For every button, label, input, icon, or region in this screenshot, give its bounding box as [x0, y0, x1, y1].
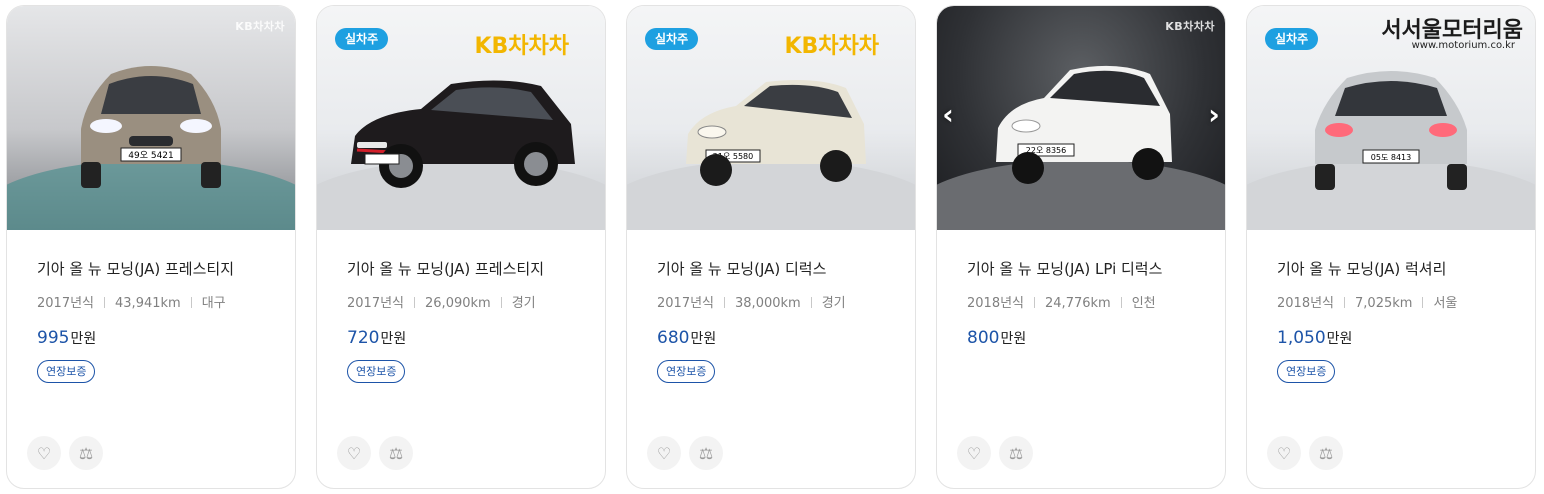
price-value: 720 [347, 328, 380, 348]
listing-card[interactable]: 서서울모터리움 www.motorium.co.kr 실차주 05도 8413 … [1246, 5, 1536, 489]
next-photo-button[interactable]: › [1205, 98, 1223, 132]
favorite-button[interactable]: ♡ [647, 436, 681, 470]
warranty-tag: 연장보증 [347, 360, 406, 383]
region: 경기 [821, 296, 846, 311]
listing-meta: 2017년식 38,000km 경기 [657, 292, 885, 311]
region: 경기 [511, 296, 536, 311]
year: 2017년식 [37, 296, 95, 311]
price-unit: 만원 [380, 331, 407, 347]
scale-icon: ⚖ [1008, 443, 1024, 463]
compare-button[interactable]: ⚖ [1309, 436, 1343, 470]
heart-icon: ♡ [346, 443, 362, 463]
year: 2017년식 [657, 296, 715, 311]
car-photo[interactable]: KB차차차 ‹ › 22오 8356 [937, 6, 1225, 230]
mileage: 38,000km [735, 296, 801, 311]
scale-icon: ⚖ [698, 443, 714, 463]
compare-button[interactable]: ⚖ [379, 436, 413, 470]
photo-watermark: KB차차차 [1165, 20, 1215, 33]
car-photo[interactable]: 서서울모터리움 www.motorium.co.kr 실차주 05도 8413 [1247, 6, 1535, 230]
price-value: 1,050 [1277, 328, 1326, 348]
scale-icon: ⚖ [78, 443, 94, 463]
region: 인천 [1131, 296, 1156, 311]
year: 2018년식 [1277, 296, 1335, 311]
compare-button[interactable]: ⚖ [69, 436, 103, 470]
price-unit: 만원 [1000, 331, 1027, 347]
price-unit: 만원 [690, 331, 717, 347]
compare-button[interactable]: ⚖ [689, 436, 723, 470]
listing-meta: 2018년식 7,025km 서울 [1277, 292, 1505, 311]
scale-icon: ⚖ [1318, 443, 1334, 463]
favorite-button[interactable]: ♡ [337, 436, 371, 470]
prev-photo-button[interactable]: ‹ [939, 98, 957, 132]
warranty-tag: 연장보증 [1277, 360, 1336, 383]
listing-card[interactable]: KB차차차 49오 5421 기아 올 뉴 모닝(JA) 프레스티지 2017년… [6, 5, 296, 489]
price: 680만원 [657, 328, 885, 348]
warranty-tag: 연장보증 [37, 360, 96, 383]
car-photo[interactable]: KB차차차 실차주 [317, 6, 605, 230]
listing-title[interactable]: 기아 올 뉴 모닝(JA) 프레스티지 [347, 258, 575, 278]
listing-card[interactable]: KB차차차 ‹ › 22오 8356 기아 올 뉴 모닝(JA) LPi 디럭스… [936, 5, 1226, 489]
listing-row: KB차차차 49오 5421 기아 올 뉴 모닝(JA) 프레스티지 2017년… [0, 0, 1544, 494]
car-photo[interactable]: KB차차차 실차주 21오 5580 [627, 6, 915, 230]
heart-icon: ♡ [656, 443, 672, 463]
car-image: 21오 5580 [686, 80, 866, 186]
mileage: 7,025km [1355, 296, 1413, 311]
license-plate: 05도 8413 [1371, 153, 1411, 162]
chevron-left-icon: ‹ [942, 98, 954, 131]
listing-meta: 2018년식 24,776km 인천 [967, 292, 1195, 311]
car-photo[interactable]: KB차차차 49오 5421 [7, 6, 295, 230]
price-value: 995 [37, 328, 70, 348]
price: 720만원 [347, 328, 575, 348]
heart-icon: ♡ [966, 443, 982, 463]
mileage: 43,941km [115, 296, 181, 311]
price-value: 800 [967, 328, 1000, 348]
verified-owner-badge: 실차주 [335, 28, 389, 50]
price-value: 680 [657, 328, 690, 348]
favorite-button[interactable]: ♡ [27, 436, 61, 470]
price-unit: 만원 [1326, 331, 1353, 347]
car-image: 22오 8356 [996, 65, 1172, 184]
verified-owner-badge: 실차주 [645, 28, 699, 50]
price: 1,050만원 [1277, 328, 1505, 348]
listing-meta: 2017년식 43,941km 대구 [37, 292, 265, 311]
listing-meta: 2017년식 26,090km 경기 [347, 292, 575, 311]
listing-title[interactable]: 기아 올 뉴 모닝(JA) 디럭스 [657, 258, 885, 278]
mileage: 24,776km [1045, 296, 1111, 311]
photo-watermark: KB차차차 [235, 20, 285, 33]
year: 2018년식 [967, 296, 1025, 311]
compare-button[interactable]: ⚖ [999, 436, 1033, 470]
listing-card[interactable]: KB차차차 실차주 기아 올 뉴 모닝(JA) 프레스티지 2017년식 26,0… [316, 5, 606, 489]
favorite-button[interactable]: ♡ [957, 436, 991, 470]
listing-card[interactable]: KB차차차 실차주 21오 5580 기아 올 뉴 모닝(JA) 디럭스 201… [626, 5, 916, 489]
car-image: 49오 5421 [81, 66, 221, 188]
listing-title[interactable]: 기아 올 뉴 모닝(JA) LPi 디럭스 [967, 258, 1195, 278]
price-unit: 만원 [70, 331, 97, 347]
warranty-tag: 연장보증 [657, 360, 716, 383]
car-image: 05도 8413 [1315, 71, 1467, 190]
favorite-button[interactable]: ♡ [1267, 436, 1301, 470]
listing-title[interactable]: 기아 올 뉴 모닝(JA) 프레스티지 [37, 258, 265, 278]
car-image [351, 80, 575, 188]
price: 995만원 [37, 328, 265, 348]
region: 서울 [1433, 296, 1458, 311]
chevron-right-icon: › [1208, 98, 1220, 131]
region: 대구 [201, 296, 226, 311]
year: 2017년식 [347, 296, 405, 311]
scale-icon: ⚖ [388, 443, 404, 463]
heart-icon: ♡ [1276, 443, 1292, 463]
listing-title[interactable]: 기아 올 뉴 모닝(JA) 럭셔리 [1277, 258, 1505, 278]
mileage: 26,090km [425, 296, 491, 311]
heart-icon: ♡ [36, 443, 52, 463]
license-plate: 49오 5421 [128, 150, 174, 161]
price: 800만원 [967, 328, 1195, 348]
